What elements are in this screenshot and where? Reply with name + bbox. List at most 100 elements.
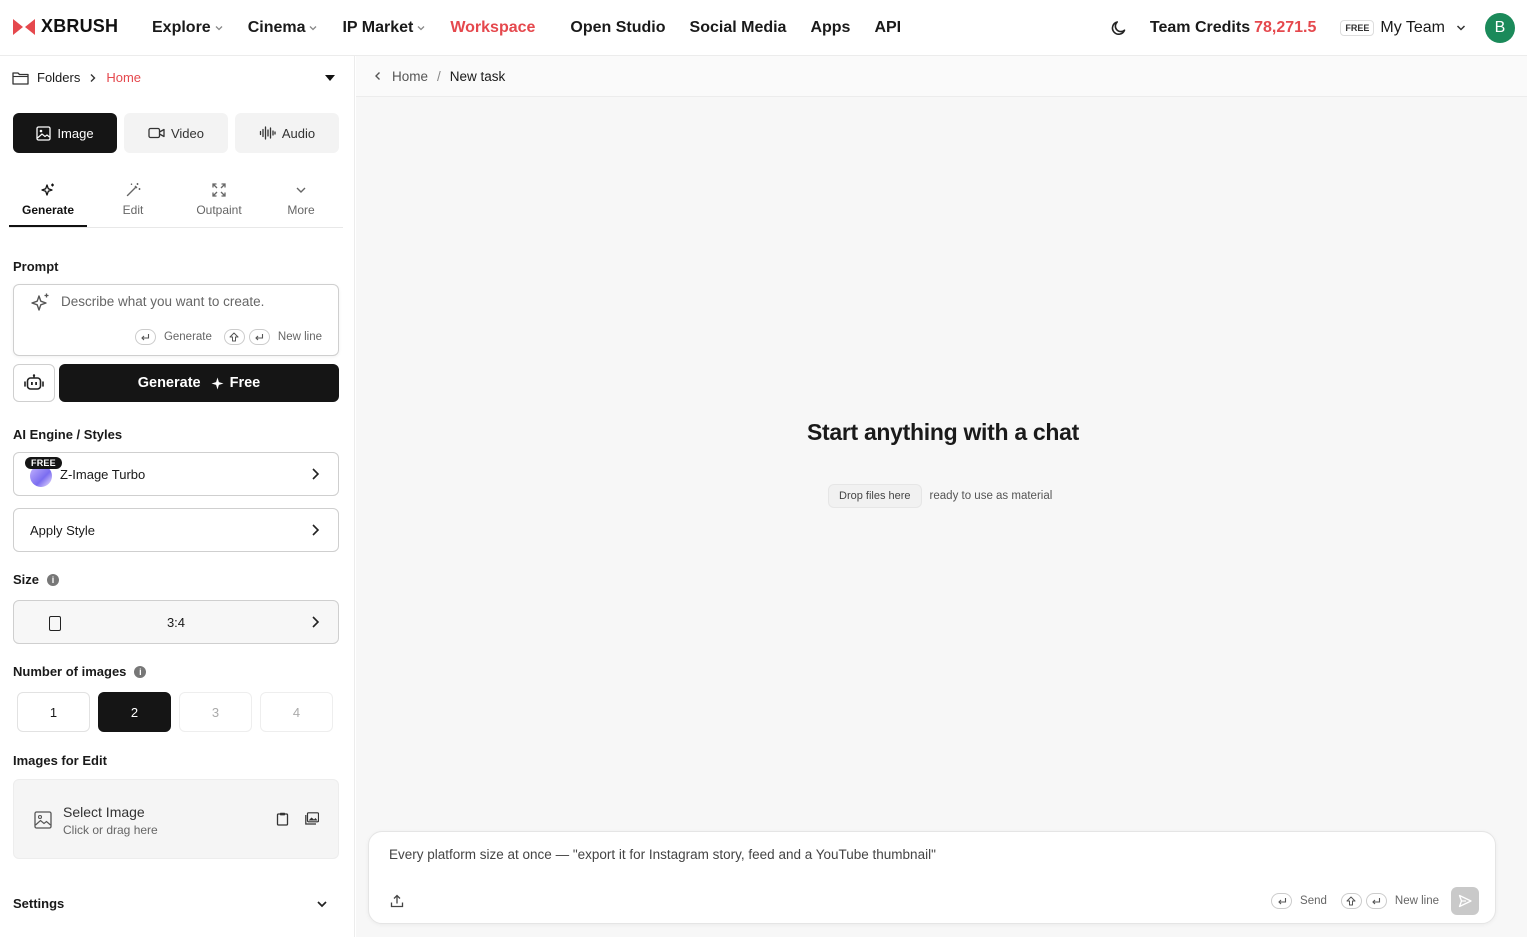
num-option-2[interactable]: 2 (98, 692, 171, 732)
prompt-label-text: Prompt (13, 259, 59, 274)
sidebar: Folders Home Image Video Audio Generate … (0, 56, 355, 937)
sparkle-icon (211, 377, 224, 390)
send-button[interactable] (1451, 887, 1479, 915)
prompt-assistant-button[interactable] (13, 364, 55, 402)
num-images-section-label: Number of images i (13, 664, 147, 679)
image-icon (34, 811, 52, 829)
chat-composer[interactable]: Every platform size at once — "export it… (368, 831, 1496, 924)
breadcrumb-current: New task (449, 68, 506, 84)
nav-explore[interactable]: Explore (152, 19, 224, 37)
main-nav: Explore Cinema IP Market Workspace Open … (152, 0, 925, 56)
info-icon[interactable]: i (47, 573, 60, 586)
chevron-down-icon (214, 23, 224, 33)
select-image-subtitle: Click or drag here (63, 823, 158, 837)
breadcrumb-separator: / (437, 68, 441, 84)
prompt-shortcut-hints: Generate New line (134, 329, 322, 345)
tab-video-label: Video (170, 125, 204, 141)
chevron-down-icon (315, 897, 329, 911)
chevron-down-icon[interactable] (1455, 22, 1467, 34)
main-panel: Home / New task Start anything with a ch… (356, 56, 1527, 937)
free-tag: FREE (25, 457, 62, 469)
tab-edit-label: Edit (122, 203, 144, 217)
generate-cost: Free (229, 375, 261, 391)
tab-outpaint[interactable]: Outpaint (179, 180, 259, 227)
drop-files-hint: Drop files here ready to use as material (828, 484, 1052, 508)
size-selector[interactable]: 3:4 (13, 600, 339, 644)
logo-text: XBRUSH (41, 16, 119, 36)
breadcrumb-home[interactable]: Home (106, 70, 141, 85)
engine-model-name: Z-Image Turbo (60, 466, 146, 482)
drop-files-chip[interactable]: Drop files here (828, 484, 922, 508)
nav-ip-market[interactable]: IP Market (342, 19, 426, 37)
generate-button[interactable]: Generate Free (59, 364, 339, 402)
credits-value: 78,271.5 (1254, 19, 1317, 36)
magic-wand-icon (125, 182, 141, 198)
enter-key-icon (134, 329, 156, 345)
sparkle-icon (40, 182, 56, 198)
enter-key-icon (1271, 893, 1293, 909)
tab-audio-label: Audio (281, 125, 316, 141)
shift-key-icon (1340, 893, 1362, 909)
tab-image[interactable]: Image (13, 113, 117, 153)
media-type-tabs: Image Video Audio (13, 113, 339, 153)
tab-audio[interactable]: Audio (235, 113, 339, 153)
engine-section-label: AI Engine / Styles (13, 427, 122, 442)
nav-open-studio[interactable]: Open Studio (570, 19, 665, 37)
nav-workspace-label: Workspace (450, 19, 536, 36)
avatar[interactable]: B (1485, 13, 1515, 43)
images-for-edit-label: Images for Edit (13, 753, 107, 768)
video-icon (148, 127, 165, 139)
apply-style-selector[interactable]: Apply Style (13, 508, 339, 552)
gallery-icon[interactable] (305, 812, 319, 825)
num-option-3[interactable]: 3 (179, 692, 252, 732)
team-credits[interactable]: Team Credits 78,271.5 (1150, 19, 1316, 37)
chevron-left-icon[interactable] (374, 71, 382, 81)
moon-icon[interactable] (1110, 19, 1128, 37)
breadcrumb-folders[interactable]: Folders (37, 70, 80, 85)
chevron-right-icon (310, 615, 320, 629)
logo-icon (12, 18, 36, 36)
generate-button-label: Generate (137, 375, 201, 391)
num-option-4[interactable]: 4 (260, 692, 333, 732)
hero-heading: Start anything with a chat (806, 419, 1080, 445)
send-icon (1458, 894, 1472, 908)
tab-generate[interactable]: Generate (9, 180, 87, 227)
tab-edit[interactable]: Edit (87, 180, 179, 227)
chevron-right-icon (310, 523, 320, 537)
image-upload-dropzone[interactable]: Select Image Click or drag here (13, 779, 339, 859)
header-right: Team Credits 78,271.5 FREE My Team B (1110, 0, 1527, 56)
chevron-right-icon (89, 73, 97, 83)
engine-selector[interactable]: FREE Z-Image Turbo (13, 452, 339, 496)
chevron-down-icon (308, 23, 318, 33)
task-breadcrumb: Home / New task (356, 56, 1527, 97)
caret-down-icon[interactable] (324, 74, 336, 82)
num-option-1[interactable]: 1 (17, 692, 90, 732)
settings-toggle[interactable]: Settings (13, 896, 329, 911)
tab-more[interactable]: More (259, 180, 343, 227)
breadcrumb-home[interactable]: Home (392, 69, 428, 84)
robot-icon (24, 374, 44, 392)
settings-label: Settings (13, 896, 65, 911)
nav-workspace[interactable]: Workspace (450, 19, 535, 37)
size-value: 3:4 (166, 615, 186, 630)
logo[interactable]: XBRUSH (12, 16, 118, 37)
nav-apps-label: Apps (810, 19, 851, 36)
prompt-input[interactable]: Describe what you want to create. Genera… (13, 284, 339, 356)
chat-shortcut-hints: Send New line (1271, 893, 1439, 909)
nav-apps[interactable]: Apps (810, 19, 850, 37)
nav-cinema[interactable]: Cinema (248, 19, 319, 37)
tab-outpaint-label: Outpaint (196, 203, 242, 217)
nav-api-label: API (874, 19, 902, 36)
tab-video[interactable]: Video (124, 113, 228, 153)
nav-social-media[interactable]: Social Media (690, 19, 787, 37)
team-name[interactable]: My Team (1380, 19, 1445, 37)
image-icon (36, 125, 52, 141)
nav-api[interactable]: API (874, 19, 901, 37)
expand-icon (211, 182, 227, 198)
info-icon[interactable]: i (134, 665, 147, 678)
credits-label: Team Credits (1149, 19, 1251, 36)
clipboard-icon[interactable] (276, 812, 289, 826)
upload-icon[interactable] (390, 894, 404, 908)
size-section-label: Size i (13, 572, 60, 587)
select-image-title: Select Image (63, 804, 145, 820)
